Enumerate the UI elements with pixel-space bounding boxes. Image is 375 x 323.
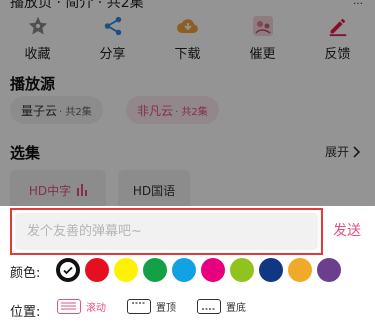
position-top-option[interactable]: 置顶 xyxy=(127,299,176,314)
input-highlight-frame xyxy=(10,208,323,255)
scroll-position-icon xyxy=(57,299,81,314)
send-button[interactable]: 发送 xyxy=(333,220,361,240)
color-swatch-cyan[interactable] xyxy=(172,258,196,282)
color-swatch-purple[interactable] xyxy=(317,258,341,282)
color-swatch-yellow[interactable] xyxy=(114,258,138,282)
color-swatch-magenta[interactable] xyxy=(201,258,225,282)
check-icon xyxy=(60,262,76,278)
color-swatch-black[interactable] xyxy=(56,258,80,282)
color-swatch-lime[interactable] xyxy=(230,258,254,282)
position-label: 位置: xyxy=(10,305,41,320)
top-position-icon xyxy=(127,299,151,314)
danmaku-input-sheet: 发送 颜色: 位置: 滚动 置顶 置底 xyxy=(0,206,375,323)
color-swatch-green[interactable] xyxy=(143,258,167,282)
color-swatch-navy[interactable] xyxy=(259,258,283,282)
dim-overlay[interactable] xyxy=(0,0,375,206)
position-bottom-option[interactable]: 置底 xyxy=(197,299,246,314)
danmaku-input[interactable] xyxy=(15,213,318,250)
bottom-position-icon xyxy=(197,299,221,314)
color-swatch-orange[interactable] xyxy=(288,258,312,282)
color-swatch-red[interactable] xyxy=(85,258,109,282)
color-label: 颜色: xyxy=(10,266,41,281)
position-scroll-option[interactable]: 滚动 xyxy=(57,299,106,314)
